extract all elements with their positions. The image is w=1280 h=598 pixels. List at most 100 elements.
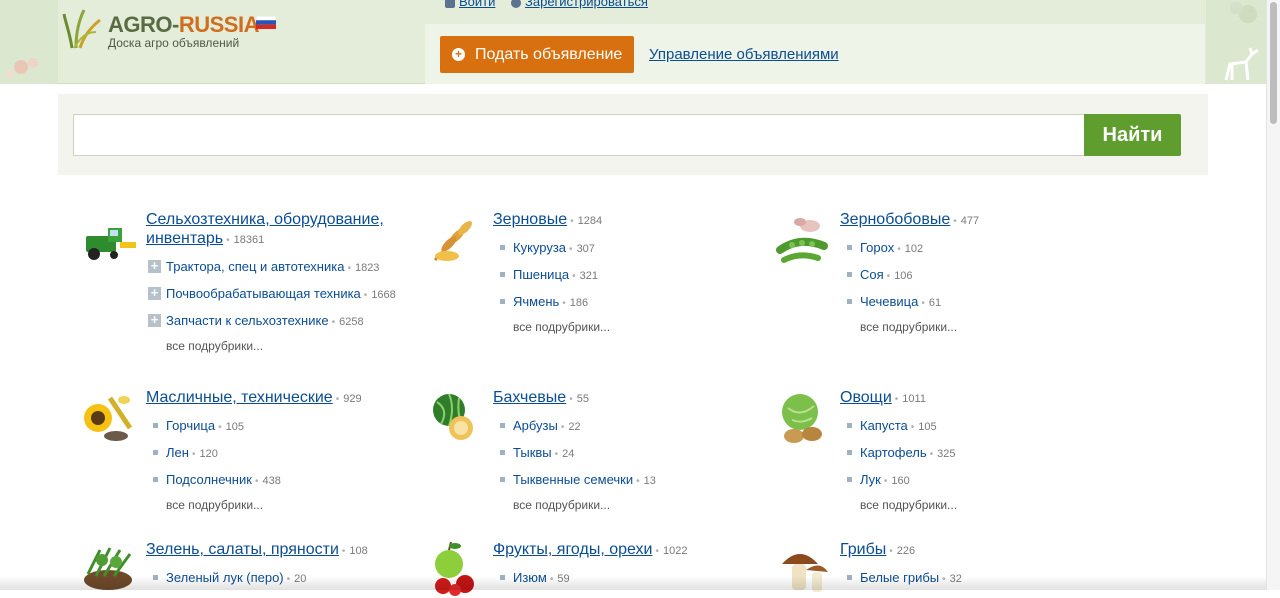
subcategory-link[interactable]: Горчица xyxy=(166,418,215,433)
vegetables-icon[interactable] xyxy=(774,388,832,446)
subcategory-item: Чечевица61 xyxy=(840,289,1110,316)
site-logo[interactable]: AGRO-RUSSIA Доска агро объявлений xyxy=(62,6,302,54)
subcategory-count: 61 xyxy=(918,297,941,309)
all-subcategories-link[interactable]: все подрубрики... xyxy=(146,339,416,353)
subcategory-count: 13 xyxy=(633,475,656,487)
category-body: Бахчевые55Арбузы22Тыквы24Тыквенные семеч… xyxy=(493,388,763,512)
subcategory-link[interactable]: Арбузы xyxy=(513,418,558,433)
beans-icon[interactable] xyxy=(774,210,832,268)
subcategory-count: 438 xyxy=(252,475,281,487)
category-title-link[interactable]: Зерновые xyxy=(493,211,567,228)
subcategory-link[interactable]: Соя xyxy=(860,267,884,282)
subcategory-count: 22 xyxy=(558,421,581,433)
subcategory-link[interactable]: Трактора, спец и автотехника xyxy=(166,259,344,274)
subcategory-item: Арбузы22 xyxy=(493,413,763,440)
subcategory-link[interactable]: Картофель xyxy=(860,445,927,460)
category-heading: Овощи1011 xyxy=(840,388,1110,407)
subcategory-count: 106 xyxy=(884,270,913,282)
category-heading: Зелень, салаты, пряности108 xyxy=(146,540,416,559)
subcategory-item: Подсолнечник438 xyxy=(146,467,416,494)
all-subcategories-link[interactable]: все подрубрики... xyxy=(840,320,1110,334)
subcategory-count: 102 xyxy=(894,243,923,255)
search-input[interactable] xyxy=(73,114,1085,156)
logo-title-part2: RUSSIA xyxy=(178,12,260,37)
subcategory-count: 120 xyxy=(189,448,218,460)
subcategory-list: Капуста105Картофель325Лук160 xyxy=(840,413,1110,494)
subcategory-link[interactable]: Запчасти к сельхозтехнике xyxy=(166,313,329,328)
subcategory-item: Ячмень186 xyxy=(493,289,763,316)
header-decoration-right xyxy=(1206,0,1266,84)
category-count: 1022 xyxy=(652,545,687,557)
register-link[interactable]: Зарегистрироваться xyxy=(525,0,648,9)
subcategory-list: Кукуруза307Пшеница321Ячмень186 xyxy=(493,235,763,316)
subcategory-link[interactable]: Кукуруза xyxy=(513,240,566,255)
all-subcategories-link[interactable]: все подрубрики... xyxy=(493,498,763,512)
all-subcategories-link[interactable]: все подрубрики... xyxy=(146,498,416,512)
subcategory-link[interactable]: Горох xyxy=(860,240,894,255)
manage-ads-link[interactable]: Управление объявлениями xyxy=(649,46,839,63)
subcategory-link[interactable]: Ячмень xyxy=(513,294,559,309)
subcategory-item: Картофель325 xyxy=(840,440,1110,467)
subcategory-count: 160 xyxy=(881,475,910,487)
subcategory-count: 105 xyxy=(908,421,937,433)
post-ad-button[interactable]: + Подать объявление xyxy=(440,36,634,73)
subcategory-link[interactable]: Лен xyxy=(166,445,189,460)
login-link[interactable]: Войти xyxy=(459,0,495,9)
category-title-link[interactable]: Зелень, салаты, пряности xyxy=(146,541,339,558)
category-count: 226 xyxy=(886,545,915,557)
category-heading: Бахчевые55 xyxy=(493,388,763,407)
category-heading: Сельхозтехника, оборудование, инвентарь1… xyxy=(146,210,416,248)
category-title-link[interactable]: Сельхозтехника, оборудование, инвентарь xyxy=(146,211,384,247)
subcategory-count: 1823 xyxy=(344,262,379,274)
category-heading: Грибы226 xyxy=(840,540,1110,559)
subcategory-count: 1668 xyxy=(361,289,396,301)
subcategory-link[interactable]: Чечевица xyxy=(860,294,918,309)
category-title-link[interactable]: Зернобобовые xyxy=(840,211,950,228)
subcategory-link[interactable]: Почвообрабатывающая техника xyxy=(166,286,361,301)
subcategory-link[interactable]: Пшеница xyxy=(513,267,569,282)
category-title-link[interactable]: Масличные, технические xyxy=(146,389,333,406)
category-body: Овощи1011Капуста105Картофель325Лук160все… xyxy=(840,388,1110,512)
scrollbar-thumb[interactable] xyxy=(1270,2,1277,124)
grain-icon[interactable] xyxy=(427,210,485,268)
melon-icon[interactable] xyxy=(427,388,485,446)
subcategory-list: Арбузы22Тыквы24Тыквенные семечки13 xyxy=(493,413,763,494)
subcategory-link[interactable]: Тыквы xyxy=(513,445,552,460)
subcategory-link[interactable]: Подсолнечник xyxy=(166,472,252,487)
subcategory-item: Горчица105 xyxy=(146,413,416,440)
auth-links: Войти Зарегистрироваться xyxy=(445,0,660,9)
category-title-link[interactable]: Грибы xyxy=(840,541,886,558)
vertical-scrollbar[interactable] xyxy=(1266,0,1280,590)
subcategory-link[interactable]: Тыквенные семечки xyxy=(513,472,633,487)
logo-title: AGRO-RUSSIA xyxy=(108,12,259,38)
subcategory-link[interactable]: Лук xyxy=(860,472,881,487)
post-ad-label: Подать объявление xyxy=(475,46,623,63)
subcategory-count: 186 xyxy=(559,297,588,309)
category-count: 18361 xyxy=(223,234,264,246)
category-title-link[interactable]: Овощи xyxy=(840,389,892,406)
subcategory-item: Лен120 xyxy=(146,440,416,467)
subcategory-item: Кукуруза307 xyxy=(493,235,763,262)
subcategory-item: Лук160 xyxy=(840,467,1110,494)
subcategory-item: Тыквы24 xyxy=(493,440,763,467)
harvester-icon[interactable] xyxy=(80,210,138,268)
all-subcategories-link[interactable]: все подрубрики... xyxy=(493,320,763,334)
category-count: 477 xyxy=(950,215,979,227)
all-subcategories-link[interactable]: все подрубрики... xyxy=(840,498,1110,512)
search-button[interactable]: Найти xyxy=(1084,114,1181,156)
category-title-link[interactable]: Фрукты, ягоды, орехи xyxy=(493,541,652,558)
category-heading: Зерновые1284 xyxy=(493,210,763,229)
category-count: 1011 xyxy=(892,393,926,405)
logo-title-part1: AGRO- xyxy=(108,12,179,37)
subcategory-count: 24 xyxy=(552,448,575,460)
sunflower-icon[interactable] xyxy=(80,388,138,446)
logo-subtitle: Доска агро объявлений xyxy=(108,36,240,50)
login-icon xyxy=(445,0,455,8)
category-title-link[interactable]: Бахчевые xyxy=(493,389,566,406)
subcategory-count: 307 xyxy=(566,243,595,255)
subcategory-count: 6258 xyxy=(329,316,364,328)
subcategory-link[interactable]: Капуста xyxy=(860,418,908,433)
register-icon xyxy=(511,0,522,8)
category-count: 1284 xyxy=(567,215,602,227)
subcategory-list: Горчица105Лен120Подсолнечник438 xyxy=(146,413,416,494)
